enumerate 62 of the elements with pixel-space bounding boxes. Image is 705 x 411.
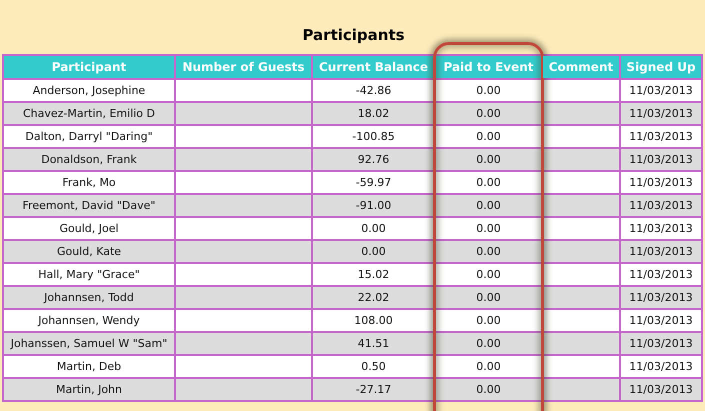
table-cell: 11/03/2013 (620, 217, 702, 240)
table-cell: 41.51 (312, 332, 435, 355)
table-cell: 11/03/2013 (620, 263, 702, 286)
table-cell: 11/03/2013 (620, 171, 702, 194)
table-cell: Johannsen, Todd (3, 286, 175, 309)
table-cell: 11/03/2013 (620, 355, 702, 378)
table-cell: Martin, John (3, 378, 175, 401)
table-cell: -59.97 (312, 171, 435, 194)
table-cell: 11/03/2013 (620, 332, 702, 355)
table-cell: 0.00 (435, 286, 542, 309)
table-cell: 0.00 (435, 217, 542, 240)
table-cell: -42.86 (312, 79, 435, 102)
table-cell: 11/03/2013 (620, 79, 702, 102)
table-cell: Gould, Kate (3, 240, 175, 263)
table-cell: 0.00 (435, 148, 542, 171)
table-cell: -91.00 (312, 194, 435, 217)
page-title: Participants (301, 25, 406, 45)
table-cell: 0.00 (435, 309, 542, 332)
column-header: Signed Up (620, 55, 702, 79)
table-cell: Frank, Mo (3, 171, 175, 194)
table-cell: 11/03/2013 (620, 125, 702, 148)
table-cell: 92.76 (312, 148, 435, 171)
table-cell: Johanssen, Samuel W "Sam" (3, 332, 175, 355)
table-cell: 22.02 (312, 286, 435, 309)
table-cell: 18.02 (312, 102, 435, 125)
table-cell: 11/03/2013 (620, 286, 702, 309)
table-cell: 11/03/2013 (620, 148, 702, 171)
table-cell: 11/03/2013 (620, 194, 702, 217)
table-cell: 0.50 (312, 355, 435, 378)
table-cell: Donaldson, Frank (3, 148, 175, 171)
table-cell: 0.00 (435, 240, 542, 263)
table-cell: Freemont, David "Dave" (3, 194, 175, 217)
table-cell: Martin, Deb (3, 355, 175, 378)
table-cell: 0.00 (435, 125, 542, 148)
table-cell: 0.00 (435, 332, 542, 355)
column-header: Current Balance (312, 55, 435, 79)
table-cell: 0.00 (435, 378, 542, 401)
table-cell: 11/03/2013 (620, 240, 702, 263)
table-cell: 108.00 (312, 309, 435, 332)
table-cell: 11/03/2013 (620, 309, 702, 332)
table-cell: 11/03/2013 (620, 378, 702, 401)
table-cell: 0.00 (435, 355, 542, 378)
table-cell: Anderson, Josephine (3, 79, 175, 102)
table-cell: 0.00 (312, 240, 435, 263)
table-cell: Hall, Mary "Grace" (3, 263, 175, 286)
table-cell: 0.00 (435, 263, 542, 286)
table-cell: 0.00 (435, 194, 542, 217)
column-header: Comment (542, 55, 620, 79)
table-cell: 0.00 (312, 217, 435, 240)
table-cell: Gould, Joel (3, 217, 175, 240)
table-cell: 11/03/2013 (620, 102, 702, 125)
table-cell: 0.00 (435, 171, 542, 194)
table-cell: 0.00 (435, 79, 542, 102)
table-cell: 15.02 (312, 263, 435, 286)
table-cell: -27.17 (312, 378, 435, 401)
table-cell: Chavez-Martin, Emilio D (3, 102, 175, 125)
table-cell: Dalton, Darryl "Daring" (3, 125, 175, 148)
table-cell: Johannsen, Wendy (3, 309, 175, 332)
table-cell: 0.00 (435, 102, 542, 125)
table-cell: -100.85 (312, 125, 435, 148)
column-header: Participant (3, 55, 175, 79)
column-header: Number of Guests (175, 55, 312, 79)
